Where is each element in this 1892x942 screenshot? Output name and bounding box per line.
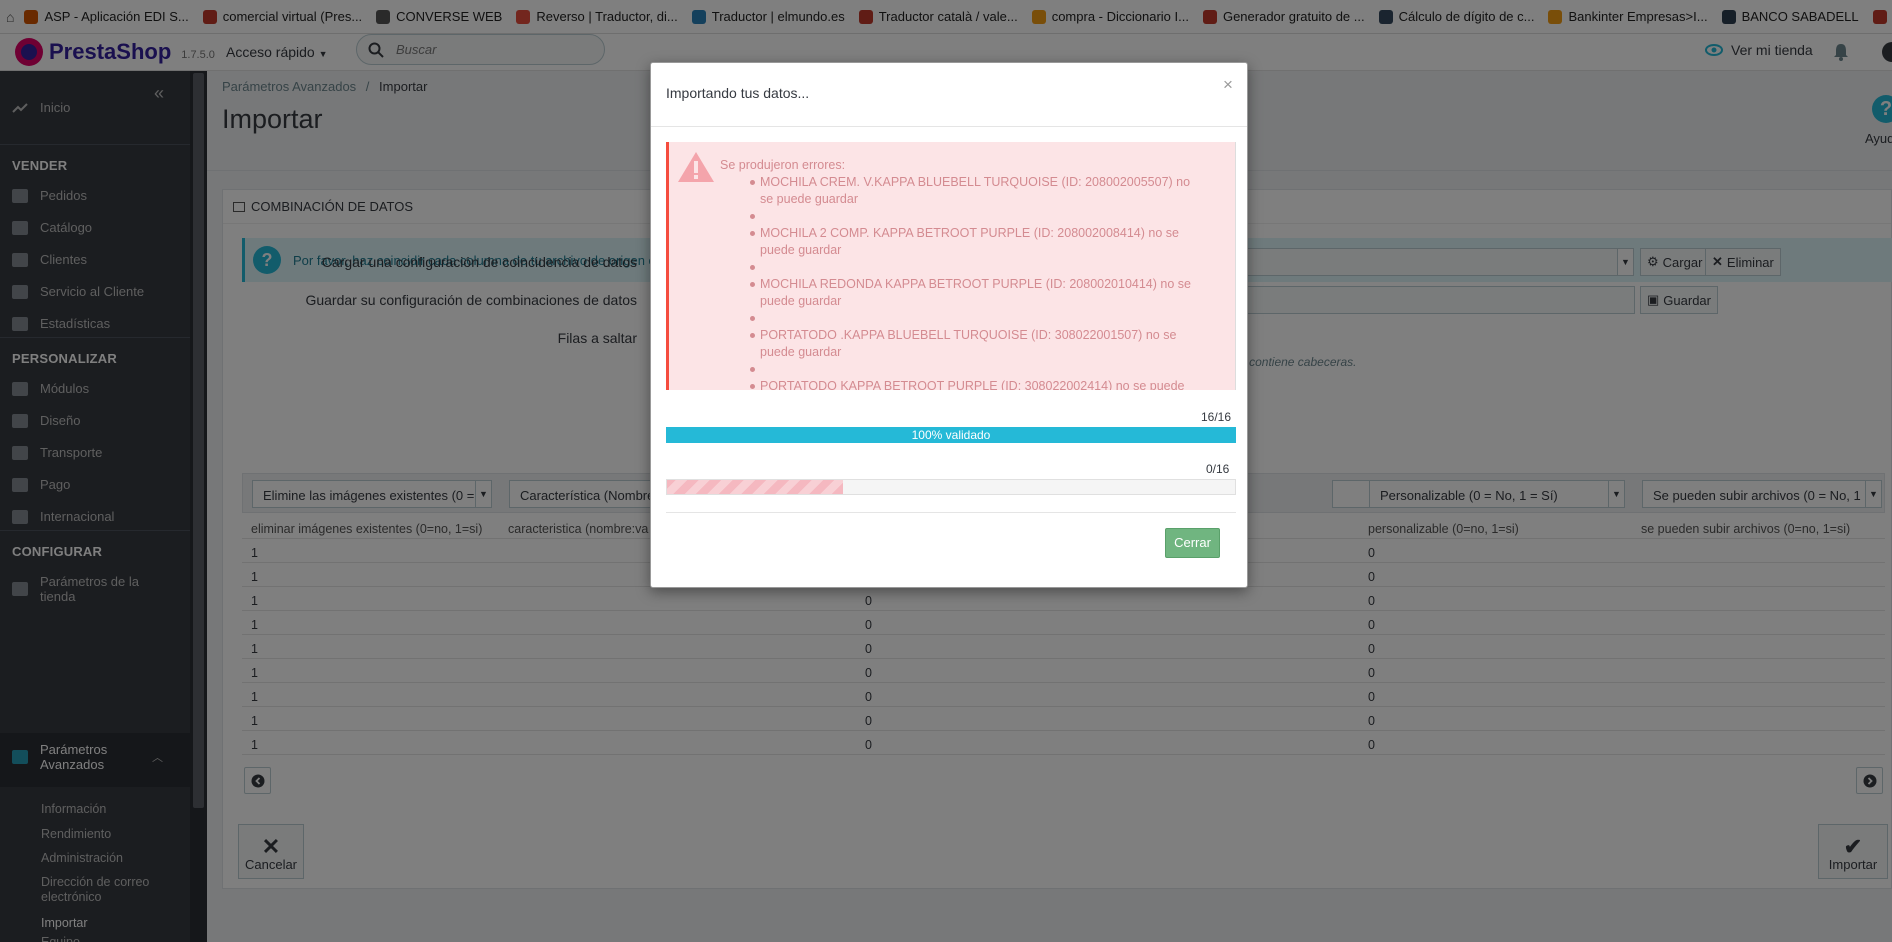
error-item — [720, 208, 1200, 225]
error-item — [720, 310, 1200, 327]
modal-divider — [666, 512, 1236, 513]
error-item: PORTATODO KAPPA BETROOT PURPLE (ID: 3080… — [720, 378, 1200, 390]
validation-count: 16/16 — [1201, 410, 1232, 424]
error-item: MOCHILA REDONDA KAPPA BETROOT PURPLE (ID… — [720, 276, 1200, 310]
warning-icon — [677, 150, 715, 184]
error-alert: Se produjeron errores: MOCHILA CREM. V.K… — [666, 142, 1236, 390]
validation-progress-bar: 100% validado — [666, 427, 1236, 443]
error-item — [720, 259, 1200, 276]
error-item — [720, 361, 1200, 378]
modal-close-icon[interactable]: × — [1223, 75, 1233, 95]
modal-divider — [651, 126, 1247, 127]
close-button[interactable]: Cerrar — [1165, 528, 1220, 558]
import-progress-modal: Importando tus datos... × Se produjeron … — [650, 62, 1248, 588]
import-progress-bar — [666, 479, 1236, 495]
import-count: 0/16 — [1206, 462, 1230, 476]
error-list: MOCHILA CREM. V.KAPPA BLUEBELL TURQUOISE… — [720, 174, 1200, 390]
modal-title: Importando tus datos... — [666, 85, 810, 101]
error-list-scrollbar[interactable]: ▲ ▼ — [1235, 142, 1236, 390]
import-progress-fill — [667, 480, 844, 494]
error-item: MOCHILA CREM. V.KAPPA BLUEBELL TURQUOISE… — [720, 174, 1200, 208]
error-item: PORTATODO .KAPPA BLUEBELL TURQUOISE (ID:… — [720, 327, 1200, 361]
error-item: MOCHILA 2 COMP. KAPPA BETROOT PURPLE (ID… — [720, 225, 1200, 259]
error-title: Se produjeron errores: — [720, 158, 846, 172]
